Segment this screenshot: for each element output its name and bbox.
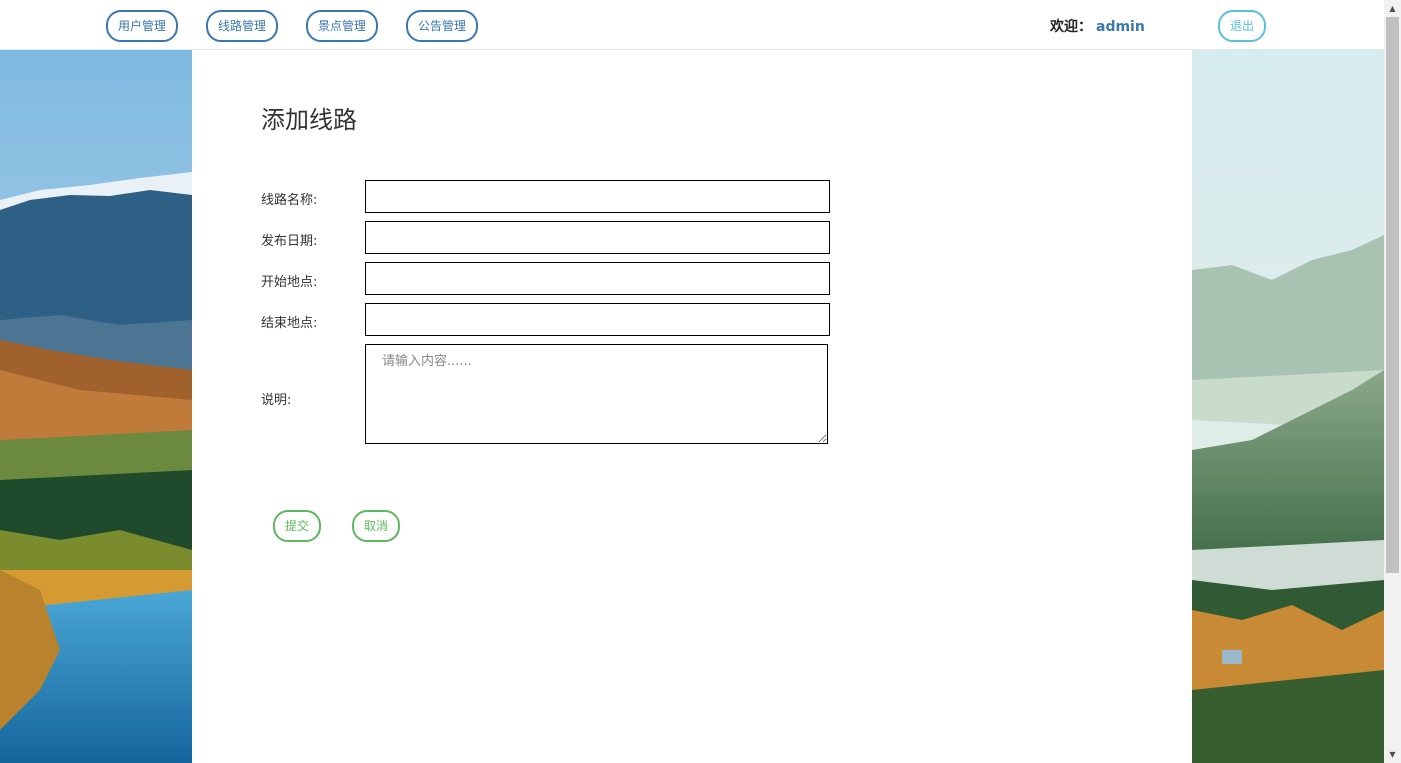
top-navbar: 用户管理 线路管理 景点管理 公告管理 欢迎： admin 退出 [0,0,1384,50]
vertical-scrollbar[interactable]: ▲ ▼ [1384,0,1401,763]
route-name-input[interactable] [365,180,830,213]
main-panel: 添加线路 线路名称: 发布日期: 开始地点: 结束地点: 说明: 提交 取消 [192,50,1192,763]
route-name-label: 线路名称: [261,193,318,208]
end-location-input[interactable] [365,303,830,336]
welcome-label: 欢迎： [1050,19,1092,35]
description-textarea[interactable] [365,344,828,444]
cancel-button[interactable]: 取消 [352,510,400,542]
page-title: 添加线路 [261,106,357,134]
nav-route-management-button[interactable]: 线路管理 [206,10,278,42]
scroll-down-icon[interactable]: ▼ [1384,746,1401,763]
nav-user-management-button[interactable]: 用户管理 [106,10,178,42]
scroll-up-icon[interactable]: ▲ [1384,0,1401,17]
start-location-input[interactable] [365,262,830,295]
welcome-message: 欢迎： admin [1050,16,1145,36]
submit-button[interactable]: 提交 [273,510,321,542]
publish-date-input[interactable] [365,221,830,254]
page: 用户管理 线路管理 景点管理 公告管理 欢迎： admin 退出 添加线路 线路名… [0,0,1401,763]
end-location-label: 结束地点: [261,316,318,331]
publish-date-label: 发布日期: [261,234,318,249]
scrollbar-thumb[interactable] [1386,17,1399,573]
username: admin [1096,19,1145,35]
start-location-label: 开始地点: [261,275,318,290]
background-scenery-right [1192,50,1384,763]
description-label: 说明: [261,393,292,408]
background-scenery-left [0,50,192,763]
nav-attraction-management-button[interactable]: 景点管理 [306,10,378,42]
logout-button[interactable]: 退出 [1218,10,1266,42]
nav-announcement-management-button[interactable]: 公告管理 [406,10,478,42]
